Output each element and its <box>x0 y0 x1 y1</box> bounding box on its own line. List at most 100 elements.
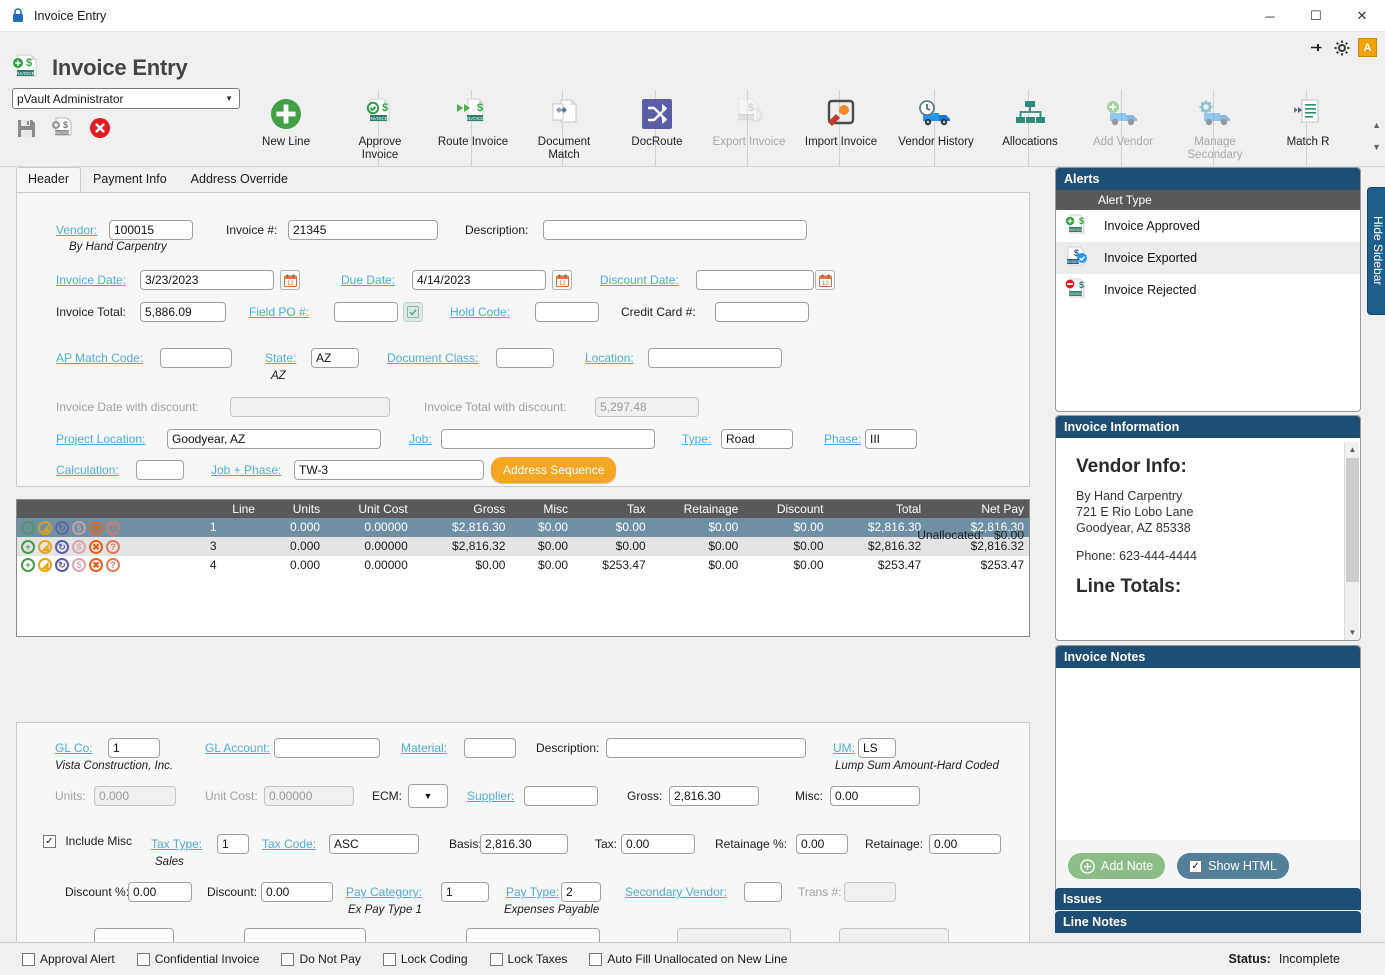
ribbon-button-approve-invoice[interactable]: $INVOICEApproveInvoiceCtrl + A <box>334 94 426 190</box>
invoice-date-label[interactable]: Invoice Date: <box>56 273 126 287</box>
pay-category-label[interactable]: Pay Category: <box>346 885 422 899</box>
checkbox-box[interactable] <box>22 952 35 966</box>
gl-account-input[interactable] <box>274 738 380 758</box>
grid-col-line[interactable]: Line <box>204 500 260 518</box>
gear-icon[interactable] <box>1333 39 1350 56</box>
invoice-notes-body[interactable] <box>1056 672 1360 840</box>
detail-misc-input[interactable]: 0.00 <box>830 786 920 806</box>
statusbar-checkbox-auto-fill-unallocated-on-new-line[interactable]: Auto Fill Unallocated on New Line <box>589 952 787 966</box>
help-icon[interactable]: ? <box>106 558 120 573</box>
table-row[interactable]: + ◢ ↻ $ ✖? 1 0.000 0.00000 $2,816.30 $0.00 $0.00 $0… <box>17 518 1029 537</box>
grid-col-units[interactable]: Units <box>259 500 326 518</box>
tax-input[interactable]: 0.00 <box>621 834 695 854</box>
dollar-icon[interactable]: $ <box>72 520 86 535</box>
ap-match-code-input[interactable] <box>160 348 232 368</box>
secondary-vendor-input[interactable] <box>744 882 782 902</box>
grid-col-icons[interactable] <box>17 500 205 518</box>
type-label[interactable]: Type: <box>682 432 711 446</box>
alert-row[interactable]: $ INVOICE Invoice Rejected <box>1056 274 1360 306</box>
table-row[interactable]: + ◢ ↻ $ ✖? 3 0.000 0.00000 $2,816.32 $0.00 $0.00 $0… <box>17 536 1029 556</box>
show-html-toggle[interactable]: ✓ Show HTML <box>1177 853 1289 879</box>
document-class-label[interactable]: Document Class: <box>387 351 478 365</box>
minimize-button[interactable]: ─ <box>1247 0 1293 32</box>
address-sequence-button[interactable]: Address Sequence <box>491 457 617 483</box>
job-phase-input[interactable]: TW-3 <box>294 460 484 480</box>
calendar-icon[interactable]: 12 <box>280 270 300 290</box>
delete-icon[interactable]: ✖ <box>89 520 103 535</box>
pay-type-label[interactable]: Pay Type: <box>506 885 559 899</box>
job-label[interactable]: Job: <box>409 432 432 446</box>
close-button[interactable]: ✕ <box>1339 0 1385 32</box>
grid-col-tax[interactable]: Tax <box>573 500 651 518</box>
state-input[interactable]: AZ <box>311 348 359 368</box>
ribbon-button-docroute[interactable]: DocRouteCtrl + D <box>611 94 703 190</box>
help-icon[interactable]: ? <box>106 539 120 554</box>
hide-sidebar-button[interactable]: Hide Sidebar <box>1367 187 1385 315</box>
job-input[interactable] <box>441 429 655 449</box>
um-label[interactable]: UM: <box>833 741 855 755</box>
dollar-icon[interactable]: $ <box>72 558 86 573</box>
dollar-icon[interactable]: $ <box>72 539 86 554</box>
checkbox-box[interactable] <box>136 952 150 966</box>
calendar-icon[interactable]: 12 <box>815 270 835 290</box>
checkbox-box[interactable] <box>589 952 603 966</box>
scroll-down-icon[interactable]: ▼ <box>1345 625 1360 640</box>
field-po-input[interactable] <box>334 302 398 322</box>
location-label[interactable]: Location: <box>585 351 634 365</box>
um-input[interactable]: LS <box>858 738 896 758</box>
ribbon-scroll-arrows[interactable]: ▲ ▼ <box>1372 120 1381 152</box>
invoice-no-input[interactable]: 21345 <box>288 220 438 240</box>
calculation-label[interactable]: Calculation: <box>56 463 119 477</box>
ecm-dropdown[interactable]: ▼ <box>408 784 448 808</box>
maximize-button[interactable]: ☐ <box>1293 0 1339 32</box>
project-location-label[interactable]: Project Location: <box>56 432 145 446</box>
help-icon[interactable]: ? <box>106 520 120 535</box>
type-input[interactable]: Road <box>721 429 793 449</box>
include-misc-checkbox[interactable]: ✓ Include Misc <box>43 834 132 849</box>
grid-col-misc[interactable]: Misc <box>510 500 574 518</box>
state-label[interactable]: State: <box>265 351 296 365</box>
line-items-grid[interactable]: Line Units Unit Cost Gross Misc Tax Retainage D… <box>16 499 1030 637</box>
user-select[interactable]: pVault Administrator ▼ <box>12 88 240 109</box>
grid-col-total[interactable]: Total <box>828 500 927 518</box>
table-row[interactable]: + ◢ ↻ $ ✖? 4 0.000 0.00000 $0.00 $0.00 $253.47 $0.0… <box>17 556 1029 575</box>
add-note-button[interactable]: Add Note <box>1068 853 1166 879</box>
checkbox-box[interactable] <box>382 952 396 966</box>
tax-type-input[interactable]: 1 <box>217 834 249 854</box>
document-class-input[interactable] <box>496 348 554 368</box>
add-icon[interactable]: + <box>21 558 35 573</box>
material-label[interactable]: Material: <box>401 741 447 755</box>
calculation-input[interactable] <box>136 460 184 480</box>
ap-match-code-label[interactable]: AP Match Code: <box>56 351 143 365</box>
alert-row[interactable]: $ INVOICE Invoice Approved <box>1056 210 1360 242</box>
statusbar-checkbox-approval-alert[interactable]: Approval Alert <box>22 952 115 966</box>
ribbon-button-document-match[interactable]: DocumentMatchCtrl + M <box>518 94 610 190</box>
grid-col-unit-cost[interactable]: Unit Cost <box>325 500 413 518</box>
time-icon[interactable]: ◢ <box>38 558 52 573</box>
calendar-icon[interactable]: 12 <box>552 270 572 290</box>
add-icon[interactable]: + <box>21 520 35 535</box>
vendor-label[interactable]: Vendor: <box>56 223 97 237</box>
pay-category-input[interactable]: 1 <box>441 882 489 902</box>
pay-type-input[interactable]: 2 <box>561 882 601 902</box>
tab-payment-info[interactable]: Payment Info <box>81 167 179 192</box>
hold-code-label[interactable]: Hold Code: <box>450 305 510 319</box>
refresh-icon[interactable]: ↻ <box>55 520 69 535</box>
ribbon-button-route-invoice[interactable]: $INVOICERoute InvoiceCtrl + R <box>427 94 519 190</box>
detail-gross-input[interactable]: 2,816.30 <box>669 786 759 806</box>
app-menu-button[interactable]: A <box>1358 38 1377 57</box>
discount-date-input[interactable] <box>696 270 814 290</box>
lookup-icon[interactable] <box>403 302 423 322</box>
show-html-checkbox[interactable]: ✓ <box>1189 859 1203 873</box>
refresh-icon[interactable]: ↻ <box>55 558 69 573</box>
time-icon[interactable]: ◢ <box>38 539 52 554</box>
credit-card-input[interactable] <box>715 302 809 322</box>
tax-code-label[interactable]: Tax Code: <box>262 837 316 851</box>
location-input[interactable] <box>648 348 782 368</box>
job-phase-label[interactable]: Job + Phase: <box>211 463 281 477</box>
ribbon-button-import-invoice[interactable]: Import Invoice <box>795 94 887 149</box>
save-icon[interactable] <box>16 118 37 139</box>
refresh-icon[interactable]: ↻ <box>55 539 69 554</box>
grid-col-net-pay[interactable]: Net Pay <box>926 500 1029 518</box>
grid-col-retainage[interactable]: Retainage <box>650 500 744 518</box>
